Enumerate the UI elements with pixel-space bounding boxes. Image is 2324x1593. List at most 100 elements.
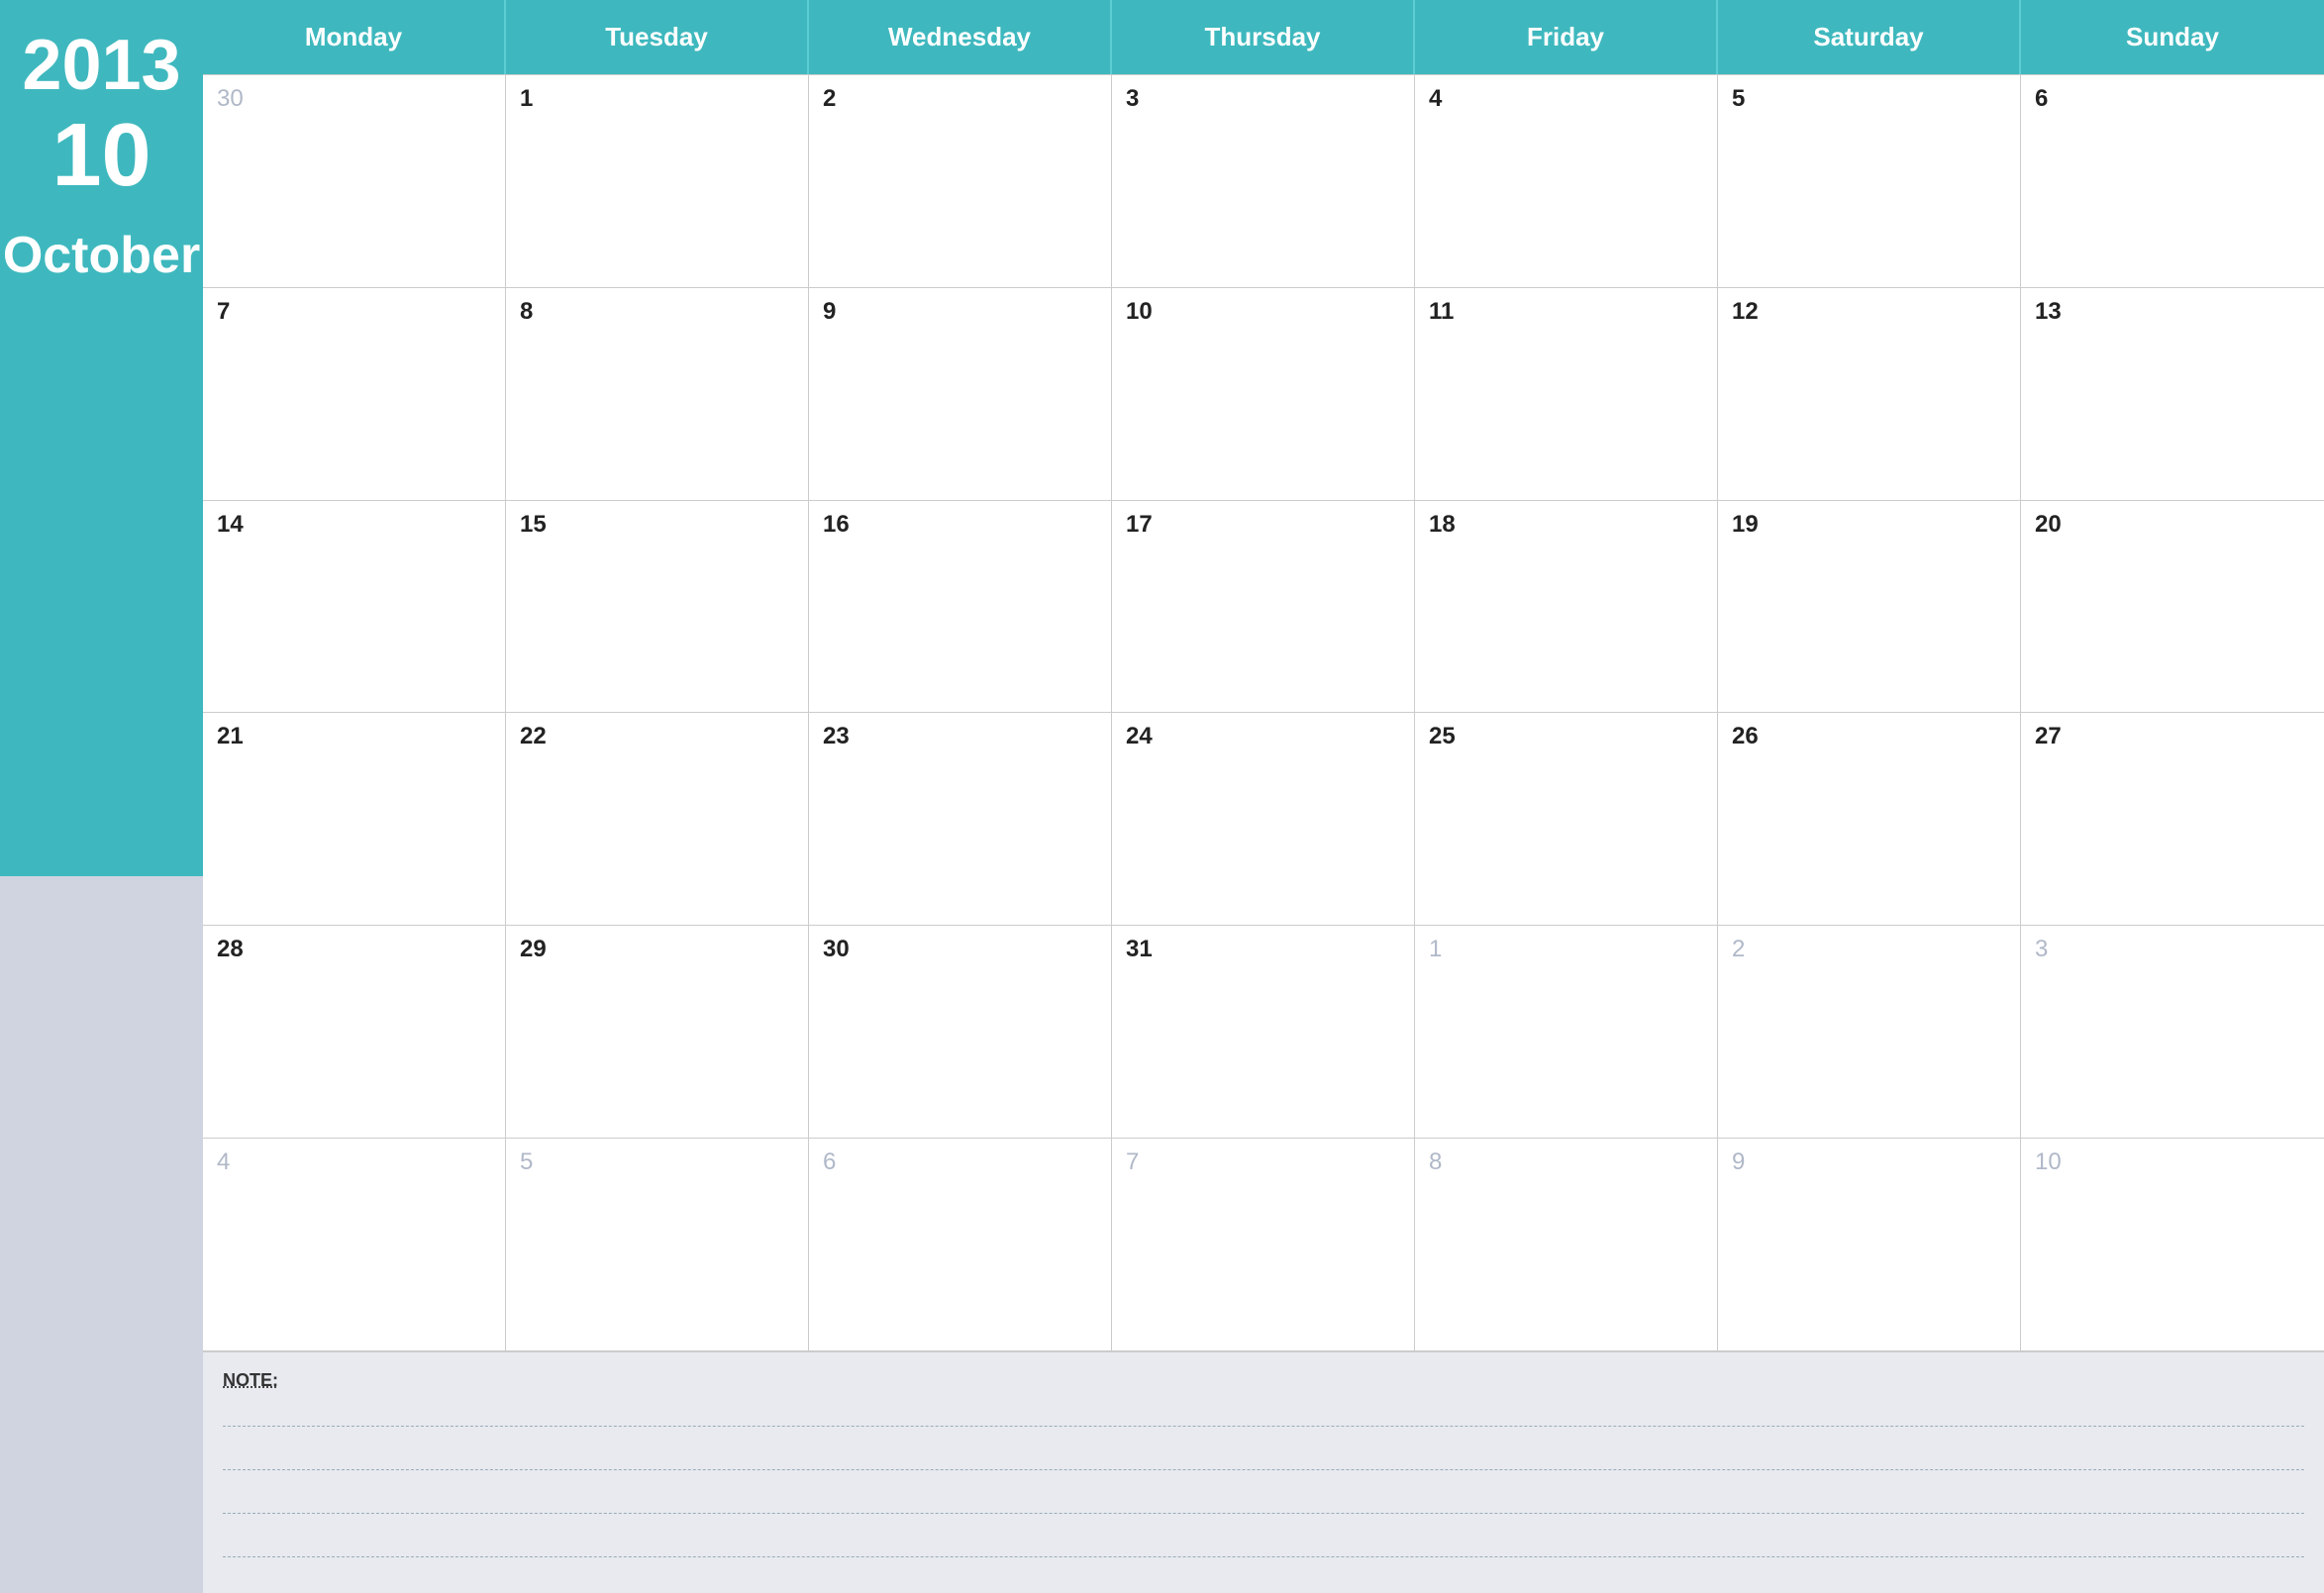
calendar-cell[interactable]: 27 <box>2021 713 2324 926</box>
calendar-cell[interactable]: 7 <box>1112 1139 1415 1351</box>
calendar-cell[interactable]: 3 <box>2021 926 2324 1139</box>
calendar-cell[interactable]: 10 <box>2021 1139 2324 1351</box>
calendar-cell[interactable]: 22 <box>506 713 809 926</box>
calendar-cell[interactable]: 2 <box>1718 926 2021 1139</box>
day-number: 13 <box>2035 298 2310 326</box>
calendar-cell[interactable]: 6 <box>2021 75 2324 288</box>
calendar-cell[interactable]: 5 <box>1718 75 2021 288</box>
day-header-friday: Friday <box>1415 0 1718 74</box>
calendar-cell[interactable]: 4 <box>203 1139 506 1351</box>
calendar-cell[interactable]: 29 <box>506 926 809 1139</box>
day-number: 16 <box>823 511 1097 539</box>
calendar-cell[interactable]: 20 <box>2021 501 2324 714</box>
calendar-cell[interactable]: 10 <box>1112 288 1415 501</box>
calendar-cell[interactable]: 24 <box>1112 713 1415 926</box>
day-number: 7 <box>217 298 491 326</box>
day-header-tuesday: Tuesday <box>506 0 809 74</box>
calendar-cell[interactable]: 26 <box>1718 713 2021 926</box>
week-number-label: 10 <box>51 111 151 200</box>
note-line-2 <box>223 1444 2304 1470</box>
day-number: 7 <box>1126 1148 1400 1176</box>
calendar-cell[interactable]: 12 <box>1718 288 2021 501</box>
day-number: 5 <box>520 1148 794 1176</box>
year-label: 2013 <box>22 30 180 101</box>
calendar-cell[interactable]: 3 <box>1112 75 1415 288</box>
day-header-monday: Monday <box>203 0 506 74</box>
month-label: October <box>3 230 200 281</box>
calendar-cell[interactable]: 18 <box>1415 501 1718 714</box>
day-number: 17 <box>1126 511 1400 539</box>
calendar-cell[interactable]: 4 <box>1415 75 1718 288</box>
day-header-sunday: Sunday <box>2021 0 2324 74</box>
day-number: 5 <box>1732 85 2006 113</box>
calendar-cell[interactable]: 1 <box>1415 926 1718 1139</box>
calendar-cell[interactable]: 16 <box>809 501 1112 714</box>
day-number: 6 <box>823 1148 1097 1176</box>
calendar-cell[interactable]: 21 <box>203 713 506 926</box>
day-number: 12 <box>1732 298 2006 326</box>
calendar-cell[interactable]: 7 <box>203 288 506 501</box>
calendar-cell[interactable]: 28 <box>203 926 506 1139</box>
note-line-3 <box>223 1488 2304 1514</box>
day-number: 30 <box>823 936 1097 963</box>
calendar-cell[interactable]: 5 <box>506 1139 809 1351</box>
day-number: 8 <box>520 298 794 326</box>
day-number: 26 <box>1732 723 2006 750</box>
calendar-cell[interactable]: 31 <box>1112 926 1415 1139</box>
day-number: 3 <box>2035 936 2310 963</box>
day-number: 25 <box>1429 723 1703 750</box>
day-number: 1 <box>520 85 794 113</box>
note-line-4 <box>223 1532 2304 1557</box>
calendar-cell[interactable]: 1 <box>506 75 809 288</box>
day-number: 22 <box>520 723 794 750</box>
calendar-cell[interactable]: 8 <box>506 288 809 501</box>
calendar-cell[interactable]: 8 <box>1415 1139 1718 1351</box>
calendar-cell[interactable]: 9 <box>809 288 1112 501</box>
day-header-saturday: Saturday <box>1718 0 2021 74</box>
calendar-cell[interactable]: 19 <box>1718 501 2021 714</box>
day-number: 24 <box>1126 723 1400 750</box>
day-number: 1 <box>1429 936 1703 963</box>
note-label: NOTE: <box>223 1370 2304 1391</box>
day-number: 14 <box>217 511 491 539</box>
calendar-header: MondayTuesdayWednesdayThursdayFridaySatu… <box>203 0 2324 74</box>
day-number: 19 <box>1732 511 2006 539</box>
day-number: 11 <box>1429 298 1703 326</box>
calendar-cell[interactable]: 6 <box>809 1139 1112 1351</box>
day-number: 31 <box>1126 936 1400 963</box>
day-number: 20 <box>2035 511 2310 539</box>
day-number: 18 <box>1429 511 1703 539</box>
day-number: 3 <box>1126 85 1400 113</box>
calendar-cell[interactable]: 13 <box>2021 288 2324 501</box>
day-number: 6 <box>2035 85 2310 113</box>
day-number: 4 <box>1429 85 1703 113</box>
day-number: 8 <box>1429 1148 1703 1176</box>
day-header-wednesday: Wednesday <box>809 0 1112 74</box>
day-number: 2 <box>823 85 1097 113</box>
day-number: 10 <box>2035 1148 2310 1176</box>
day-number: 2 <box>1732 936 2006 963</box>
day-number: 9 <box>823 298 1097 326</box>
calendar-cell[interactable]: 9 <box>1718 1139 2021 1351</box>
calendar-cell[interactable]: 25 <box>1415 713 1718 926</box>
calendar-grid: 3012345678910111213141516171819202122232… <box>203 74 2324 1351</box>
calendar-main: MondayTuesdayWednesdayThursdayFridaySatu… <box>203 0 2324 1593</box>
day-number: 30 <box>217 85 491 113</box>
day-number: 15 <box>520 511 794 539</box>
day-number: 27 <box>2035 723 2310 750</box>
day-number: 4 <box>217 1148 491 1176</box>
calendar-cell[interactable]: 23 <box>809 713 1112 926</box>
day-header-thursday: Thursday <box>1112 0 1415 74</box>
day-number: 10 <box>1126 298 1400 326</box>
calendar-cell[interactable]: 17 <box>1112 501 1415 714</box>
calendar-cell[interactable]: 15 <box>506 501 809 714</box>
calendar-cell[interactable]: 30 <box>809 926 1112 1139</box>
calendar-cell[interactable]: 2 <box>809 75 1112 288</box>
calendar-cell[interactable]: 11 <box>1415 288 1718 501</box>
day-number: 28 <box>217 936 491 963</box>
sidebar: 2013 10 October <box>0 0 203 1593</box>
calendar-cell[interactable]: 14 <box>203 501 506 714</box>
day-number: 9 <box>1732 1148 2006 1176</box>
calendar-cell[interactable]: 30 <box>203 75 506 288</box>
day-number: 21 <box>217 723 491 750</box>
